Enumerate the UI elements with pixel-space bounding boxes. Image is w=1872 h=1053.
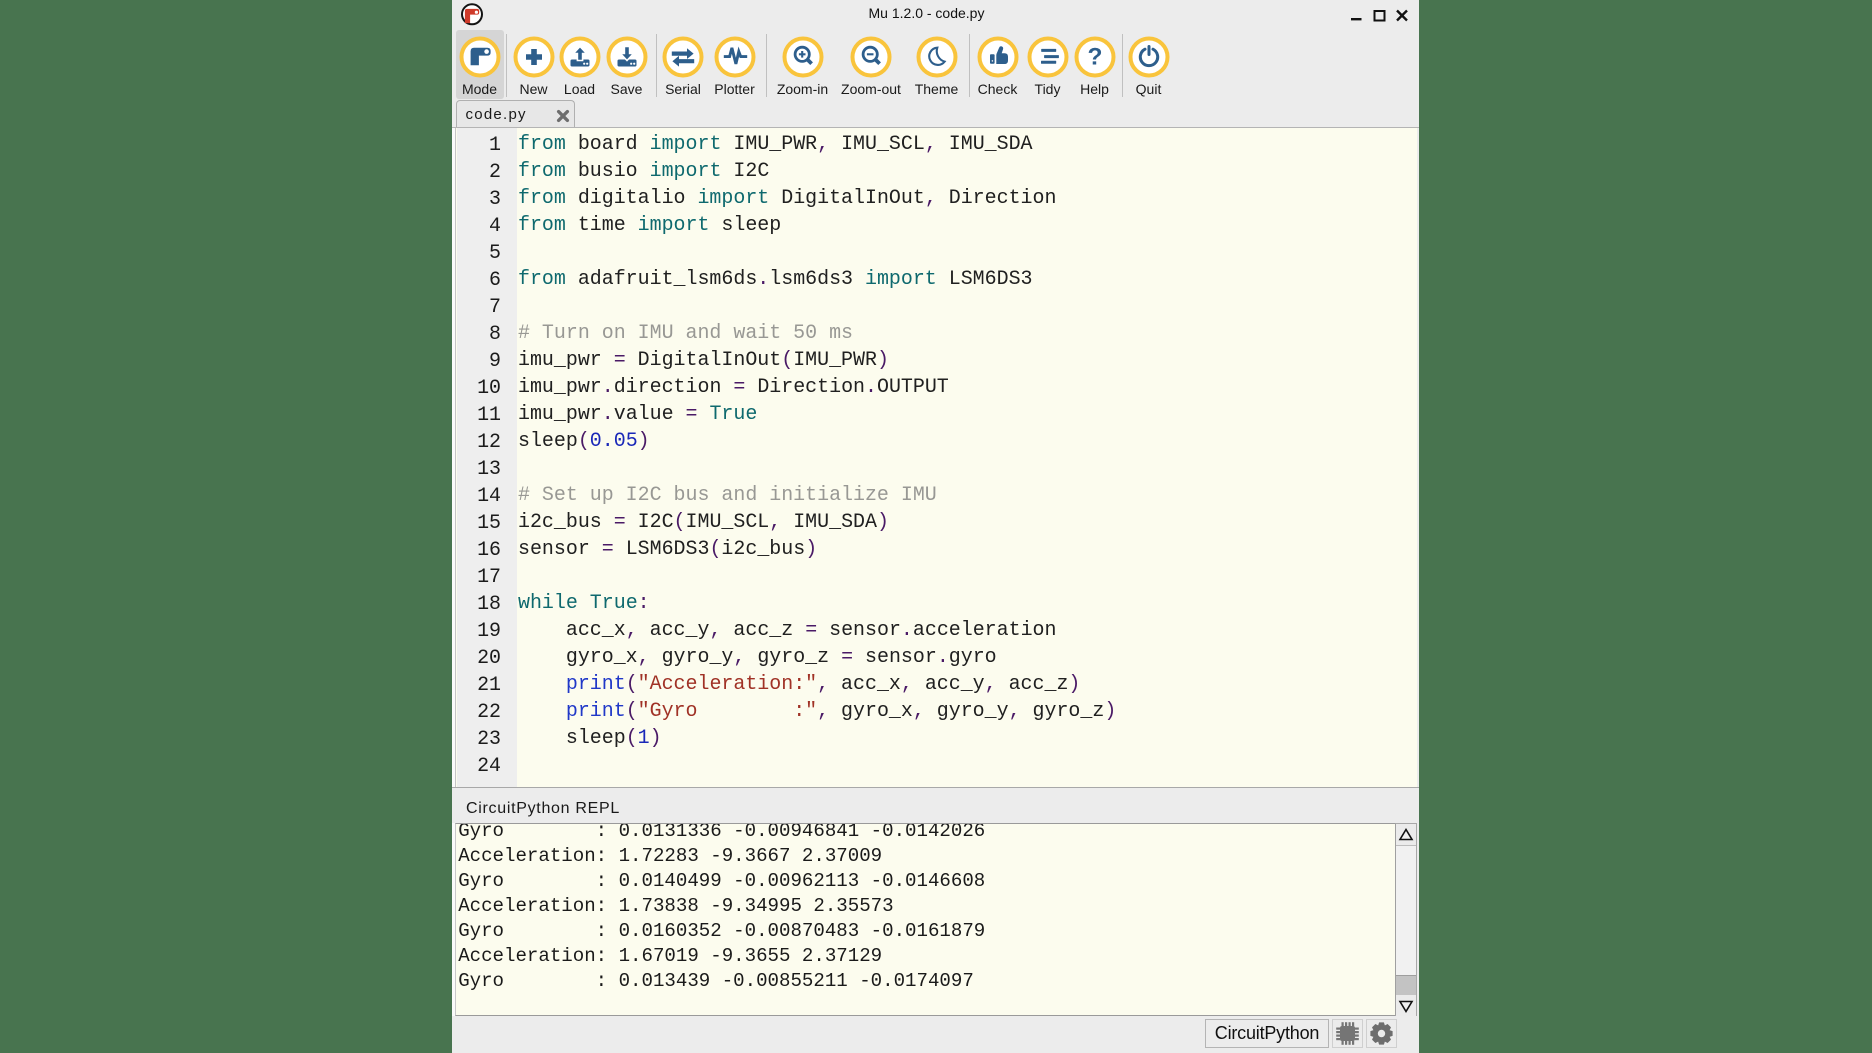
svg-text:?: ?: [1087, 43, 1102, 70]
